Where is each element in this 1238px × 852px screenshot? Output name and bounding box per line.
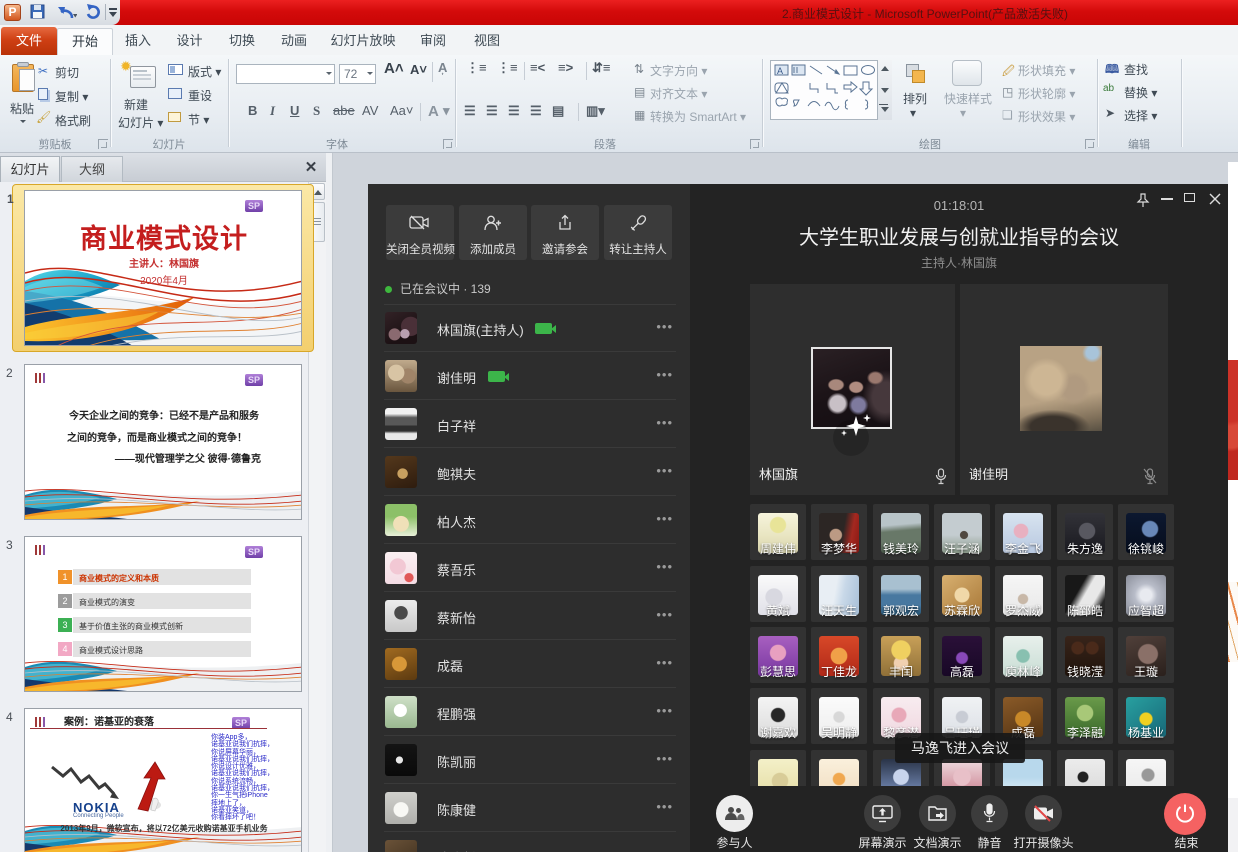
svg-text:A: A [777, 66, 783, 76]
